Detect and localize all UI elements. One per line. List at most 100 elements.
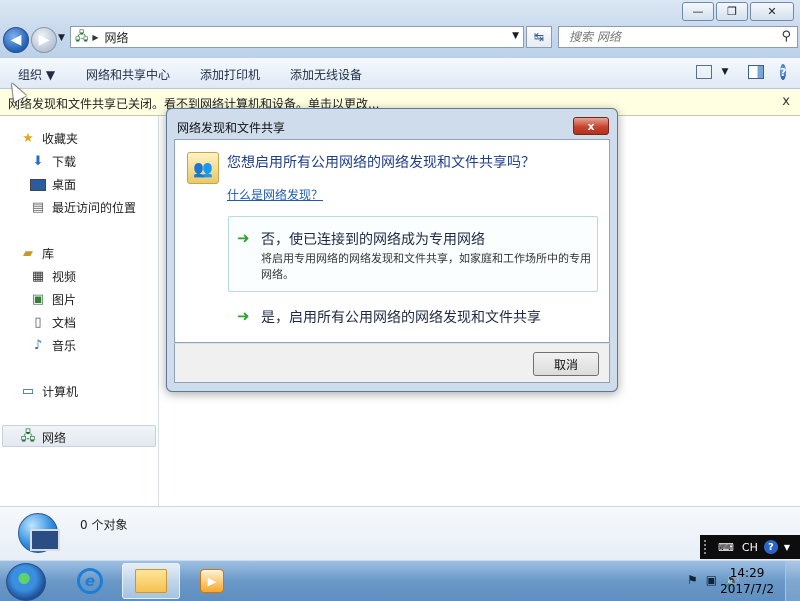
dialog-question: 您想启用所有公用网络的网络发现和文件共享吗？ [227, 155, 535, 171]
nav-label-computer: 计算机 [42, 385, 79, 399]
taskbar-internet-explorer[interactable]: e [64, 563, 116, 599]
breadcrumb-arrow-icon[interactable]: ▶ [92, 33, 98, 42]
taskbar: e ▶ ⚑ ▣ 🔊 14:29 2017/7/2 [0, 560, 800, 601]
address-dropdown-icon[interactable]: ▼ [512, 31, 519, 41]
option-private-network-description: 将启用专用网络的网络发现和文件共享，如家庭和工作场所中的专用网络。 [261, 252, 591, 281]
network-icon: 🖧 [75, 28, 89, 43]
object-count: 0 个对象 [80, 518, 128, 532]
preview-pane-icon [748, 65, 764, 79]
nav-computer[interactable]: ▭ 计算机 [20, 383, 78, 400]
nav-libraries[interactable]: ▰ 库 [20, 245, 54, 262]
dialog-body: 👥 您想启用所有公用网络的网络发现和文件共享吗？ 什么是网络发现？ ➜ 否，使已… [174, 139, 610, 343]
search-box[interactable]: ⚲ [558, 26, 798, 48]
nav-favorites[interactable]: ★ 收藏夹 [20, 130, 78, 147]
minimize-button[interactable]: — [682, 2, 714, 21]
option-enable-public-sharing[interactable]: ➜ 是，启用所有公用网络的网络发现和文件共享 [228, 300, 598, 330]
downloads-folder-icon: ⬇ [32, 154, 44, 169]
clock-time: 14:29 [729, 566, 765, 580]
music-icon: ♪ [33, 338, 43, 353]
start-button[interactable] [6, 563, 46, 601]
green-arrow-icon: ➜ [237, 229, 250, 247]
nav-label-videos: 视频 [52, 270, 77, 284]
green-arrow-icon: ➜ [237, 307, 250, 325]
close-window-button[interactable]: ✕ [750, 2, 794, 21]
view-dropdown[interactable]: ▼ [720, 62, 730, 82]
infobar-close-button[interactable]: x [782, 94, 790, 109]
langbar-help-icon[interactable]: ? [763, 540, 778, 554]
documents-icon: ▯ [34, 315, 42, 330]
folder-icon [135, 569, 167, 593]
computer-icon: ▭ [21, 384, 35, 399]
nav-recent-places[interactable]: ▤ 最近访问的位置 [30, 199, 136, 216]
nav-documents[interactable]: ▯ 文档 [30, 314, 76, 331]
navigation-pane: ★ 收藏夹 ⬇ 下载 桌面 ▤ 最近访问的位置 ▰ 库 ▦ 视频 ▣ 图片 ▯ … [0, 116, 159, 506]
nav-label-music: 音乐 [52, 339, 77, 353]
preview-pane-button[interactable] [746, 62, 766, 82]
back-button[interactable]: ◀ [3, 27, 29, 53]
language-bar[interactable]: ⌨ CH ? ▼ [700, 535, 800, 559]
view-options-icon [696, 65, 712, 79]
action-center-icon[interactable]: ⚑ [687, 573, 698, 587]
nav-network[interactable]: 🖧 网络 [20, 429, 66, 446]
langbar-grip[interactable] [704, 540, 712, 554]
keyboard-icon: ⌨ [718, 540, 734, 554]
tray-network-icon[interactable]: ▣ [706, 573, 717, 587]
arrow-right-icon: ▶ [38, 32, 50, 48]
search-input[interactable] [567, 29, 771, 45]
video-icon: ▦ [31, 269, 45, 284]
forward-button[interactable]: ▶ [31, 27, 57, 53]
help-icon: ? [779, 64, 787, 80]
users-icon: 👥 [187, 152, 219, 184]
recent-pages-dropdown[interactable]: ▼ [58, 33, 65, 43]
nav-desktop[interactable]: 桌面 [30, 176, 76, 193]
option-enable-public-title: 是，启用所有公用网络的网络发现和文件共享 [261, 310, 541, 326]
clock[interactable]: 14:29 2017/7/2 [720, 565, 774, 597]
nav-downloads[interactable]: ⬇ 下载 [30, 153, 76, 170]
nav-label-recent: 最近访问的位置 [52, 201, 137, 215]
network-sharing-center-button[interactable]: 网络和共享中心 [86, 66, 170, 83]
input-language[interactable]: CH [742, 541, 758, 554]
nav-pictures[interactable]: ▣ 图片 [30, 291, 76, 308]
add-wireless-device-button[interactable]: 添加无线设备 [290, 66, 362, 83]
cancel-button[interactable]: 取消 [533, 352, 599, 376]
help-button[interactable]: ? [779, 62, 800, 82]
media-player-icon: ▶ [200, 569, 224, 593]
monitor-icon [30, 529, 60, 551]
dialog-footer: 取消 [174, 343, 610, 383]
what-is-network-discovery-link[interactable]: 什么是网络发现？ [227, 186, 323, 203]
desktop-icon [30, 177, 46, 193]
option-private-network[interactable]: ➜ 否，使已连接到的网络成为专用网络 将启用专用网络的网络发现和文件共享，如家庭… [228, 216, 598, 292]
restore-button[interactable]: ❐ [716, 2, 748, 21]
breadcrumb-network[interactable]: 网络 [105, 29, 129, 46]
search-icon[interactable]: ⚲ [781, 29, 791, 44]
langbar-options-icon[interactable]: ▼ [784, 543, 790, 552]
explorer-titlebar: — ❐ ✕ ◀ ▶ ▼ 🖧 ▶ 网络 ▼ ↹ ⚲ [0, 0, 800, 58]
details-pane: 0 个对象 [0, 506, 800, 561]
nav-label-network: 网络 [42, 431, 67, 445]
star-icon: ★ [22, 131, 34, 146]
change-view-button[interactable] [694, 62, 714, 82]
network-discovery-dialog: 网络发现和文件共享 x 👥 您想启用所有公用网络的网络发现和文件共享吗？ 什么是… [166, 108, 618, 392]
refresh-button[interactable]: ↹ [526, 26, 552, 48]
clock-date: 2017/7/2 [720, 582, 774, 596]
nav-label-pictures: 图片 [52, 293, 77, 307]
organize-menu[interactable]: 组织 ▼ [18, 66, 55, 83]
pictures-icon: ▣ [31, 292, 45, 307]
taskbar-media-player[interactable]: ▶ [186, 563, 238, 599]
nav-videos[interactable]: ▦ 视频 [30, 268, 76, 285]
nav-music[interactable]: ♪ 音乐 [30, 337, 76, 354]
taskbar-windows-explorer[interactable] [122, 563, 180, 599]
dialog-title: 网络发现和文件共享 [177, 121, 286, 135]
nav-label-documents: 文档 [52, 316, 77, 330]
command-toolbar: 组织 ▼ 网络和共享中心 添加打印机 添加无线设备 ▼ ? [0, 58, 800, 89]
window-controls: — ❐ ✕ [680, 2, 794, 21]
nav-label-downloads: 下载 [52, 155, 77, 169]
show-desktop-button[interactable] [785, 561, 800, 601]
address-bar[interactable]: 🖧 ▶ 网络 ▼ [70, 26, 524, 48]
libraries-icon: ▰ [23, 246, 33, 261]
dialog-close-button[interactable]: x [573, 117, 609, 135]
nav-label-libraries: 库 [42, 247, 55, 261]
option-private-network-title: 否，使已连接到的网络成为专用网络 [261, 232, 485, 248]
nav-label-desktop: 桌面 [52, 178, 77, 192]
add-printer-button[interactable]: 添加打印机 [200, 66, 260, 83]
